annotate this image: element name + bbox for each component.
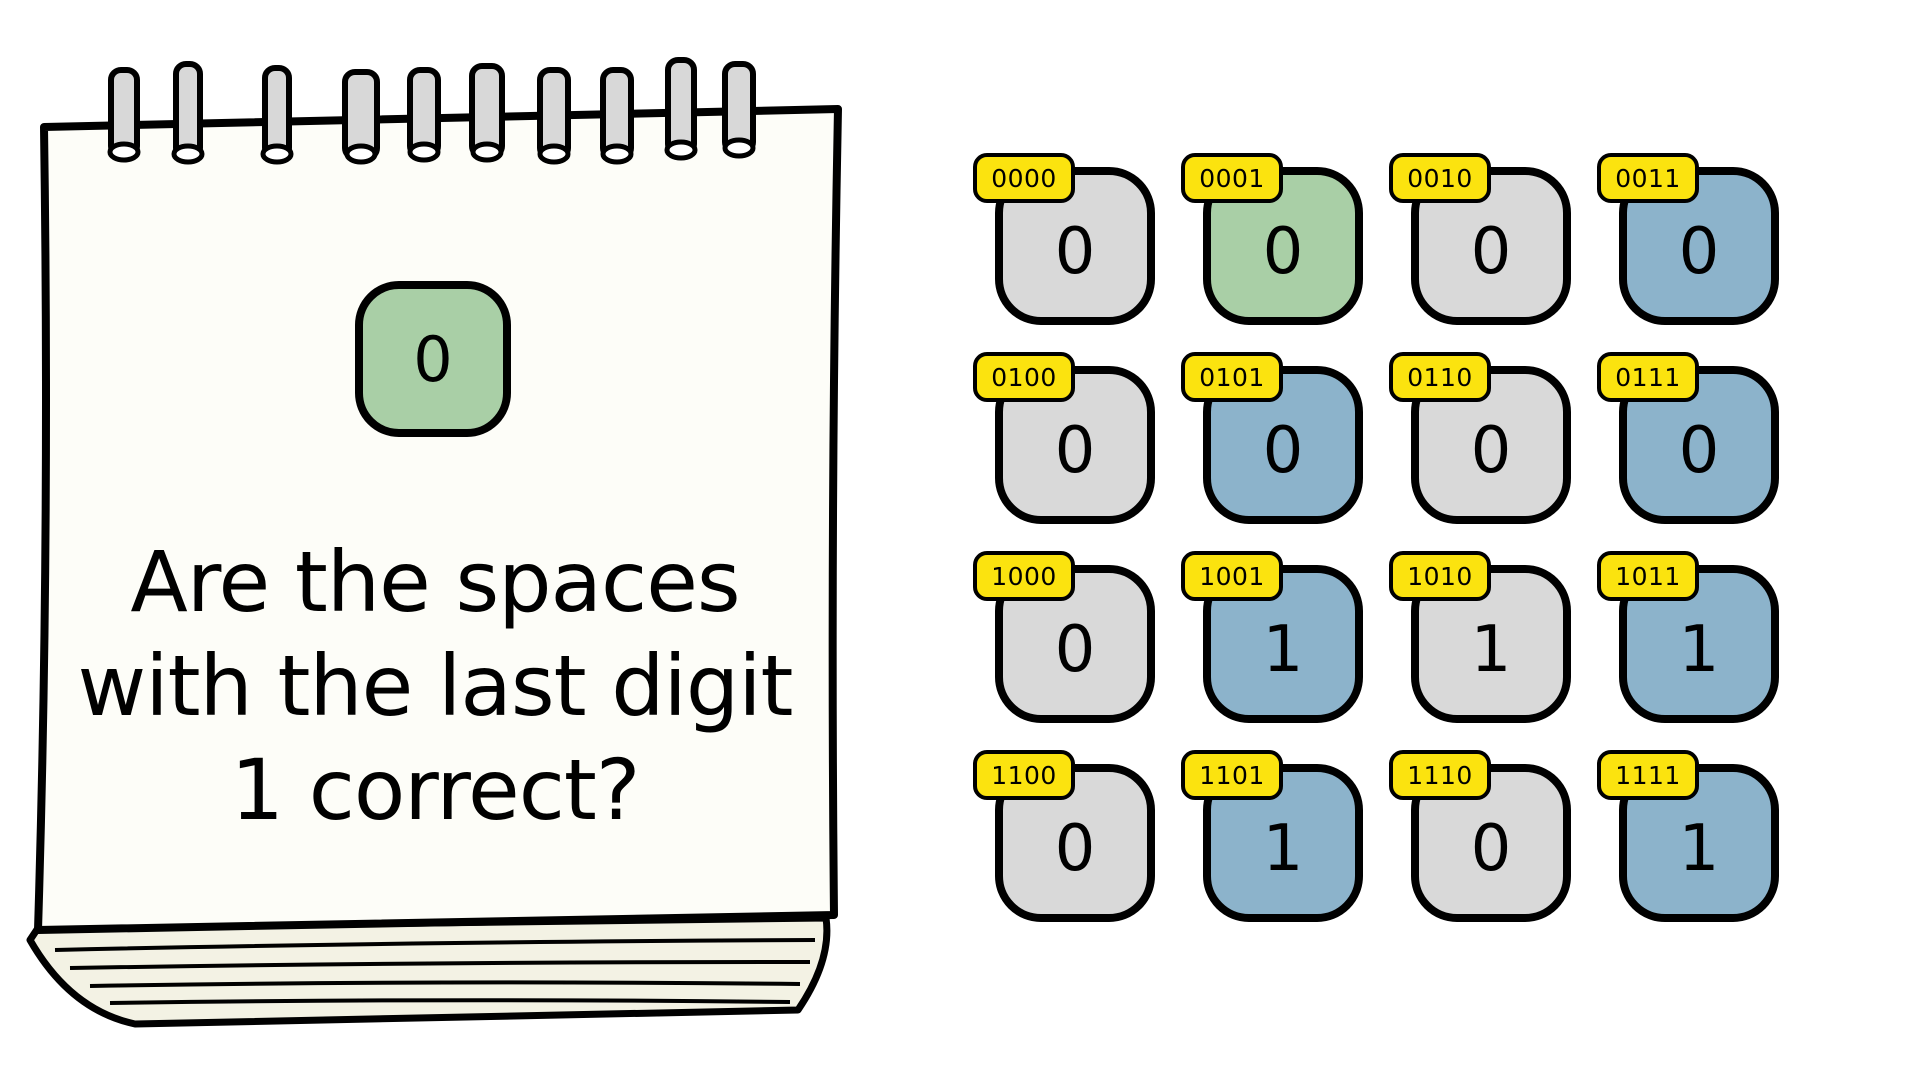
tile-binary-label: 1011: [1597, 551, 1699, 601]
grid-cell[interactable]: 0 0110: [1386, 349, 1586, 539]
tile-value: 0: [1262, 414, 1304, 488]
tile-binary-label: 0010: [1389, 153, 1491, 203]
tile-binary-label: 1010: [1389, 551, 1491, 601]
tile-value: 0: [1262, 215, 1304, 289]
grid-cell[interactable]: 0 0000: [970, 150, 1170, 340]
tile-binary-label: 1100: [973, 750, 1075, 800]
grid-cell[interactable]: 1 1111: [1594, 747, 1794, 937]
tile-binary-label: 1110: [1389, 750, 1491, 800]
tile-value: 0: [1470, 414, 1512, 488]
grid-cell[interactable]: 0 0111: [1594, 349, 1794, 539]
tile-binary-label: 0011: [1597, 153, 1699, 203]
tile-value: 1: [1678, 613, 1720, 687]
tile-value: 1: [1678, 812, 1720, 886]
tile-binary-label: 0101: [1181, 352, 1283, 402]
binary-tile-grid: 0 0000 0 0001 0 0010 0 0011 0 0100 0 0101 0 0110 0 0111…: [970, 150, 1790, 940]
grid-cell[interactable]: 0 0010: [1386, 150, 1586, 340]
tile-value: 0: [1678, 215, 1720, 289]
grid-cell[interactable]: 0 0001: [1178, 150, 1378, 340]
tile-value: 0: [1054, 613, 1096, 687]
selected-value: 0: [413, 322, 453, 396]
question-line-1: Are the spaces: [130, 533, 740, 631]
slide-canvas: 0 Are the spaces with the last digit 1 c…: [0, 0, 1920, 1080]
question-line-2: with the last digit: [77, 637, 794, 735]
tile-value: 1: [1262, 812, 1304, 886]
tile-binary-label: 1001: [1181, 551, 1283, 601]
tile-value: 0: [1678, 414, 1720, 488]
tile-binary-label: 1111: [1597, 750, 1699, 800]
tile-value: 0: [1054, 215, 1096, 289]
grid-cell[interactable]: 0 0011: [1594, 150, 1794, 340]
grid-cell[interactable]: 0 0101: [1178, 349, 1378, 539]
grid-cell[interactable]: 1 1101: [1178, 747, 1378, 937]
grid-cell[interactable]: 1 1010: [1386, 548, 1586, 738]
grid-cell[interactable]: 0 1100: [970, 747, 1170, 937]
tile-value: 1: [1470, 613, 1512, 687]
grid-cell[interactable]: 0 1110: [1386, 747, 1586, 937]
tile-value: 0: [1054, 414, 1096, 488]
tile-binary-label: 0001: [1181, 153, 1283, 203]
question-text: Are the spaces with the last digit 1 cor…: [40, 530, 830, 842]
grid-cell[interactable]: 1 1011: [1594, 548, 1794, 738]
tile-value: 0: [1470, 812, 1512, 886]
notebook-page-stack: [26, 914, 831, 1028]
question-line-3: 1 correct?: [230, 741, 641, 839]
tile-value: 1: [1262, 613, 1304, 687]
tile-binary-label: 0110: [1389, 352, 1491, 402]
tile-binary-label: 0000: [973, 153, 1075, 203]
tile-value: 0: [1054, 812, 1096, 886]
selected-value-tile: 0: [355, 281, 511, 437]
grid-cell[interactable]: 1 1001: [1178, 548, 1378, 738]
grid-cell[interactable]: 0 1000: [970, 548, 1170, 738]
notebook: 0 Are the spaces with the last digit 1 c…: [0, 0, 880, 1080]
tile-binary-label: 1000: [973, 551, 1075, 601]
tile-binary-label: 0100: [973, 352, 1075, 402]
tile-binary-label: 1101: [1181, 750, 1283, 800]
tile-binary-label: 0111: [1597, 352, 1699, 402]
grid-cell[interactable]: 0 0100: [970, 349, 1170, 539]
tile-value: 0: [1470, 215, 1512, 289]
